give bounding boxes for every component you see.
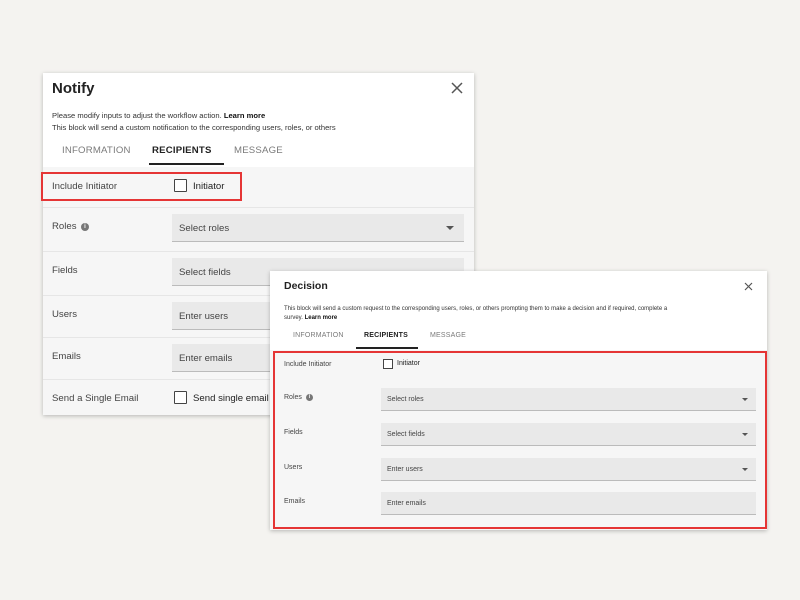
decision-title: Decision	[284, 280, 328, 292]
include-initiator-label: Include Initiator	[284, 361, 332, 368]
fields-select-placeholder: Select fields	[179, 267, 231, 278]
emails-input-placeholder: Enter emails	[387, 500, 426, 507]
tab-recipients[interactable]: RECIPIENTS	[364, 332, 408, 339]
emails-input-placeholder: Enter emails	[179, 353, 233, 364]
single-email-label: Send a Single Email	[52, 393, 139, 404]
learn-more-link[interactable]: Learn more	[224, 111, 265, 120]
notify-description-text: Please modify inputs to adjust the workf…	[52, 111, 222, 120]
close-icon[interactable]	[448, 79, 466, 97]
info-icon[interactable]: i	[81, 223, 89, 231]
users-input-placeholder: Enter users	[179, 311, 229, 322]
roles-select-placeholder: Select roles	[387, 396, 424, 403]
emails-label: Emails	[52, 351, 81, 362]
roles-label: Roles	[52, 221, 77, 232]
tab-information[interactable]: INFORMATION	[62, 141, 131, 160]
initiator-checkbox-label[interactable]: Initiator	[193, 181, 224, 192]
fields-label: Fields	[284, 429, 303, 436]
initiator-checkbox[interactable]	[174, 179, 187, 192]
roles-select[interactable]: Select roles	[172, 214, 464, 242]
emails-label: Emails	[284, 498, 306, 505]
fields-select[interactable]: Select fields	[381, 423, 756, 446]
close-icon[interactable]	[742, 280, 755, 293]
users-input[interactable]: Enter users	[381, 458, 756, 481]
include-initiator-row: Include Initiator Initiator	[43, 167, 474, 208]
roles-select-placeholder: Select roles	[179, 223, 230, 234]
decision-description-text: survey.	[284, 315, 303, 321]
chevron-down-icon	[742, 398, 748, 401]
decision-description-line1: This block will send a custom request to…	[284, 306, 668, 312]
include-initiator-label: Include Initiator	[52, 181, 118, 192]
initiator-checkbox[interactable]	[383, 359, 393, 369]
notify-description-line2: This block will send a custom notificati…	[52, 123, 336, 132]
chevron-down-icon	[742, 468, 748, 471]
decision-dialog: Decision This block will send a custom r…	[270, 271, 767, 530]
active-tab-indicator	[356, 347, 418, 349]
chevron-down-icon	[446, 226, 454, 230]
single-email-checkbox-label[interactable]: Send single email	[193, 393, 269, 404]
fields-select-placeholder: Select fields	[387, 431, 425, 438]
tab-message[interactable]: MESSAGE	[234, 141, 283, 160]
tab-information[interactable]: INFORMATION	[293, 332, 344, 339]
single-email-checkbox[interactable]	[174, 391, 187, 404]
notify-description-line1: Please modify inputs to adjust the workf…	[52, 111, 265, 120]
chevron-down-icon	[742, 433, 748, 436]
notify-title: Notify	[52, 80, 95, 97]
emails-input[interactable]: Enter emails	[381, 492, 756, 515]
active-tab-indicator	[149, 163, 224, 165]
users-label: Users	[52, 309, 78, 320]
fields-label: Fields	[52, 265, 78, 276]
roles-select[interactable]: Select roles	[381, 388, 756, 411]
initiator-checkbox-label[interactable]: Initiator	[397, 360, 420, 367]
users-label: Users	[284, 464, 303, 471]
info-icon[interactable]: i	[306, 394, 313, 401]
tab-recipients[interactable]: RECIPIENTS	[152, 141, 212, 160]
tab-message[interactable]: MESSAGE	[430, 332, 466, 339]
roles-row: Roles i Select roles	[43, 207, 474, 252]
roles-label: Roles	[284, 394, 302, 401]
users-input-placeholder: Enter users	[387, 466, 423, 473]
decision-description-line2: survey. Learn more	[284, 315, 337, 321]
learn-more-link[interactable]: Learn more	[305, 315, 338, 321]
